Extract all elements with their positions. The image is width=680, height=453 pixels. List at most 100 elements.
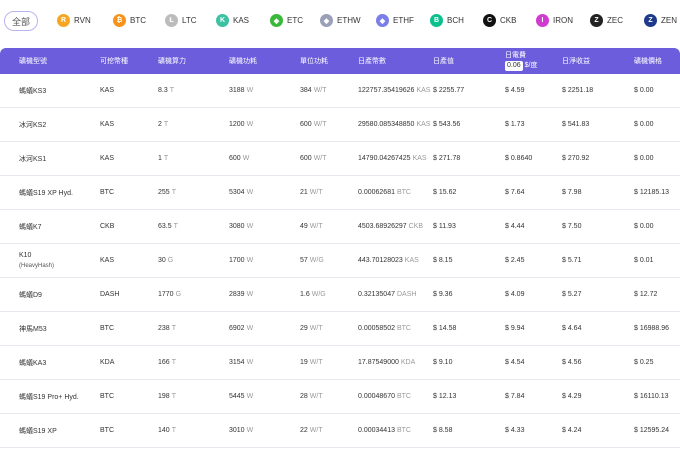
table-row[interactable]: 螞蟻KS3 KAS 8.3 T 3188 W 384 W/T 122757.35419626 KA… [0,74,680,108]
cell-daily-profit-value: $ 541.83 [562,121,590,128]
table-row[interactable]: 螞蟻S19 XP BTC 140 T 3010 W 22 W/T 0.00034413 BTC $ … [0,414,680,448]
header-efficiency[interactable]: 單位功耗 [300,48,328,74]
header-hashrate[interactable]: 礦機算力 [158,48,186,74]
cell-power-unit: W [246,121,254,128]
table-body: 螞蟻KS3 KAS 8.3 T 3188 W 384 W/T 122757.35419626 KA… [0,74,680,448]
cell-daily-profit: $ 2251.18 [562,74,593,107]
cell-daily-profit: $ 4.29 [562,380,581,413]
table-row[interactable]: 螞蟻KA3 KDA 166 T 3154 W 19 W/T 17.87549000 KDA $ 9.… [0,346,680,380]
cell-power-unit: W [246,87,254,94]
cell-coin-value: BTC [100,189,114,196]
cell-daily-profit-value: $ 5.27 [562,291,582,298]
coin-filter-0[interactable]: R RVN [57,14,91,27]
cell-price: $ 12595.24 [634,414,669,447]
cell-daily-profit-value: $ 4.64 [562,325,582,332]
coin-filter-3[interactable]: K KAS [216,14,249,27]
cell-power: 3188 W [229,74,253,107]
cell-model-value: 螞蟻S19 Pro+ Hyd. [19,393,79,401]
header-daily-profit[interactable]: 日淨收益 [562,48,590,74]
coin-filter-1[interactable]: ₿ BTC [113,14,146,27]
table-row[interactable]: 螞蟻S19 XP Hyd. BTC 255 T 5304 W 21 W/T 0.00062681… [0,176,680,210]
cell-daily-profit: $ 7.98 [562,176,581,209]
cell-daily-profit: $ 5.71 [562,244,581,277]
cell-efficiency-value: 600 [300,121,312,128]
cell-daily-profit-value: $ 7.50 [562,223,582,230]
table-row[interactable]: 神馬M53 BTC 238 T 6902 W 29 W/T 0.00058502 BTC $ 14.… [0,312,680,346]
cell-coin-value: CKB [100,223,115,230]
header-daily-value[interactable]: 日產值 [433,48,454,74]
cell-coin-value: KAS [100,155,115,162]
coin-filter-label: LTC [182,16,197,25]
iron-icon: I [536,14,549,27]
cell-model-value: 神馬M53 [19,325,47,333]
cell-electricity: $ 4.09 [505,278,524,311]
header-power[interactable]: 礦機功耗 [229,48,257,74]
coin-filter-4[interactable]: ◆ ETC [270,14,303,27]
cell-model: 神馬M53 [19,312,47,345]
table-row[interactable]: 螞蟻S19 Pro+ Hyd. BTC 198 T 5445 W 28 W/T 0.000486… [0,380,680,414]
header-price[interactable]: 礦機價格 [634,48,662,74]
cell-daily-value-value: $ 2255.77 [433,87,465,94]
model-name: K10 [19,251,32,259]
cell-power-value: 5445 [229,393,245,400]
cell-electricity-value: $ 1.73 [505,121,525,128]
cell-efficiency: 57 W/G [300,244,324,277]
cell-hashrate-value: 140 [158,427,170,434]
coin-filter-6[interactable]: ◆ ETHF [376,14,414,27]
cell-daily-output-unit: CKB [408,223,424,230]
cell-daily-output: 17.87549000 KDA [358,346,415,379]
cell-efficiency-unit: W/T [309,223,323,230]
coin-filter-7[interactable]: B BCH [430,14,464,27]
coin-filter-11[interactable]: Z ZEN [644,14,677,27]
header-daily-output[interactable]: 日產幣數 [358,48,386,74]
cell-hashrate-value: 1770 [158,291,174,298]
coin-filter-5[interactable]: ◆ ETHW [320,14,361,27]
cell-power-unit: W [246,393,254,400]
electricity-rate-input[interactable]: 0.06 [505,61,523,71]
table-row[interactable]: 螞蟻D9 DASH 1770 G 2839 W 1.6 W/G 0.32135047 DASH $ … [0,278,680,312]
cell-price: $ 16110.13 [634,380,669,413]
zen-icon: Z [644,14,657,27]
cell-hashrate-unit: G [167,257,174,264]
coin-filter-label: ETHW [337,16,361,25]
cell-efficiency: 19 W/T [300,346,323,379]
cell-daily-output-value: 0.00034413 [358,427,395,434]
cell-efficiency-unit: W/G [311,291,326,298]
table-row[interactable]: K10 (HeavyHash) KAS 30 G 1700 W 57 W/G 443.701280… [0,244,680,278]
coin-filter-9[interactable]: I IRON [536,14,573,27]
table-row[interactable]: 冰河KS1 KAS 1 T 600 W 600 W/T 14790.04267425 KAS $ 2… [0,142,680,176]
cell-electricity: $ 0.8640 [505,142,532,175]
cell-efficiency: 1.6 W/G [300,278,326,311]
coin-filter-2[interactable]: Ł LTC [165,14,197,27]
cell-hashrate-value: 255 [158,189,170,196]
cell-power-unit: W [246,291,254,298]
cell-daily-output-value: 4503.68926297 [358,223,407,230]
cell-daily-value: $ 8.15 [433,244,452,277]
table-row[interactable]: 螞蟻K7 CKB 63.5 T 3080 W 49 W/T 4503.68926297 CKB $ … [0,210,680,244]
cell-daily-value: $ 9.10 [433,346,452,379]
cell-price-value: $ 12.72 [634,291,658,298]
cell-model: 螞蟻K7 [19,210,42,243]
cell-model: 螞蟻S19 XP Hyd. [19,176,73,209]
cell-electricity-value: $ 4.33 [505,427,525,434]
cell-daily-output-value: 0.32135047 [358,291,395,298]
cell-price: $ 0.25 [634,346,653,379]
cell-coin-value: DASH [100,291,120,298]
coin-filter-bar: 全部 R RVN ₿ BTC Ł LTC K KAS ◆ ETC ◆ ETHW ◆ ETHF B BCH C CK… [0,0,680,42]
header-coin[interactable]: 可挖幣種 [100,48,128,74]
table-row[interactable]: 冰河KS2 KAS 2 T 1200 W 600 W/T 29580.085348850 KAS $… [0,108,680,142]
filter-all-button[interactable]: 全部 [4,11,38,31]
cell-power: 3010 W [229,414,253,447]
coin-filter-8[interactable]: C CKB [483,14,516,27]
cell-hashrate: 140 T [158,414,176,447]
coin-filter-10[interactable]: Z ZEC [590,14,623,27]
header-model[interactable]: 礦機型號 [19,48,47,74]
coin-filter-label: ZEC [607,16,623,25]
cell-efficiency-value: 49 [300,223,308,230]
cell-daily-value: $ 14.58 [433,312,456,345]
cell-hashrate-unit: T [163,155,169,162]
cell-daily-profit: $ 5.27 [562,278,581,311]
cell-daily-value-value: $ 271.78 [433,155,461,162]
cell-power-value: 1200 [229,121,245,128]
cell-model: 螞蟻KS3 [19,74,46,107]
